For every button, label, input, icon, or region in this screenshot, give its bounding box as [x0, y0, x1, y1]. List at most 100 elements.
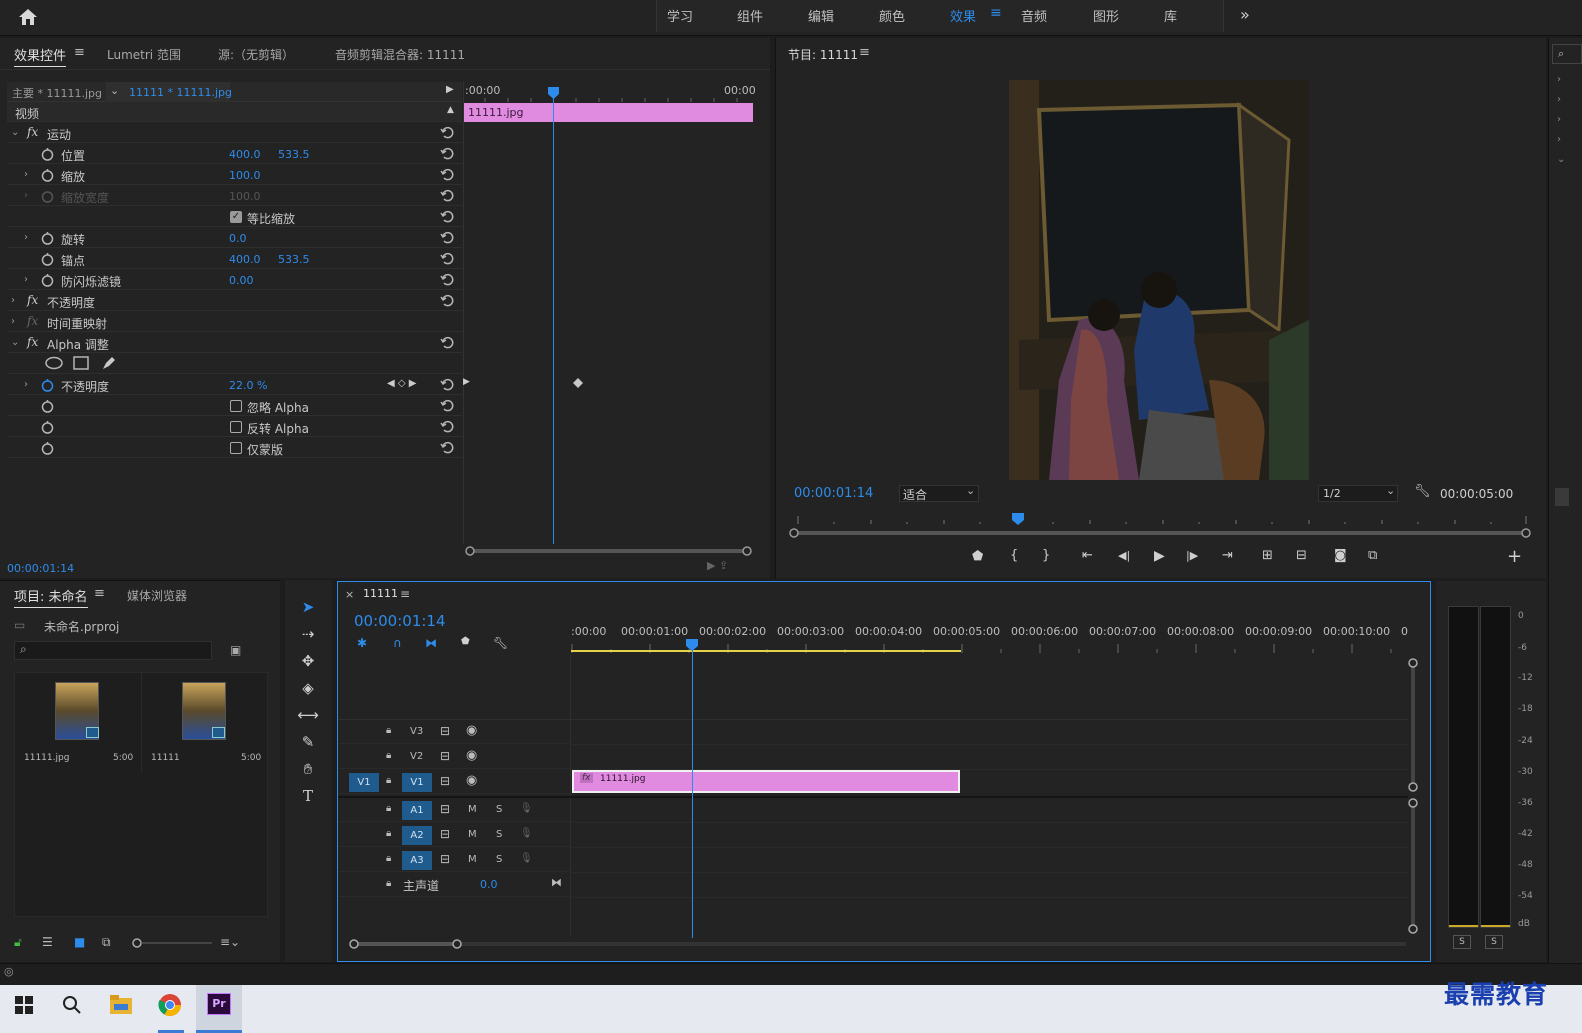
fx-icon[interactable]: fx [27, 335, 38, 349]
icon-view-icon[interactable]: ■ [74, 935, 85, 949]
tab-source[interactable]: 源:（无剪辑） [218, 46, 294, 63]
eye-icon[interactable]: ◉ [466, 773, 477, 788]
program-video-frame[interactable] [1009, 80, 1309, 480]
play-icon[interactable]: ▶ [1154, 548, 1165, 564]
work-area-bar[interactable] [571, 650, 961, 652]
track-label-a2[interactable]: A2 [402, 826, 432, 845]
extract-icon[interactable]: ⊟ [1296, 548, 1307, 563]
reset-icon[interactable] [440, 251, 454, 265]
reset-icon[interactable] [440, 440, 454, 454]
lock-icon[interactable]: 🔒︎ [386, 725, 391, 736]
pen-tool-icon[interactable]: ✎ [295, 729, 321, 756]
ws-learn[interactable]: 学习 [667, 6, 693, 25]
track-label-v2[interactable]: V2 [410, 751, 423, 762]
timeline-playhead-handle[interactable] [686, 639, 698, 651]
stopwatch-icon[interactable] [41, 420, 54, 434]
sync-lock-icon[interactable]: ⊟ [440, 724, 450, 738]
stopwatch-icon[interactable] [41, 273, 54, 287]
razor-tool-icon[interactable]: ◈ [295, 675, 321, 702]
ignore-alpha-checkbox[interactable] [230, 400, 242, 412]
ripple-edit-tool-icon[interactable]: ✥ [295, 648, 321, 675]
reset-icon[interactable] [440, 398, 454, 412]
scroll-up-icon[interactable]: ▲ [447, 105, 454, 115]
reset-icon[interactable] [440, 209, 454, 223]
new-bin-icon[interactable]: ▣ [230, 643, 241, 657]
source-patch-v1[interactable]: V1 [349, 773, 379, 792]
master-clip-label[interactable]: 主要 * 11111.jpg [12, 85, 102, 101]
ec-export-icons[interactable]: ▶ ⇪ [707, 559, 728, 572]
effects-timeline[interactable] [463, 82, 755, 544]
mask-only-checkbox[interactable] [230, 442, 242, 454]
tab-effect-controls[interactable]: 效果控件 [14, 45, 67, 67]
stopwatch-icon[interactable] [41, 168, 54, 182]
program-timecode[interactable]: 00:00:01:14 [794, 486, 873, 501]
ws-color[interactable]: 颜色 [879, 6, 905, 25]
go-to-out-icon[interactable]: ⇥ [1222, 548, 1233, 563]
step-back-icon[interactable]: ◀| [1118, 549, 1130, 562]
selection-tool-icon[interactable]: ➤ [295, 594, 321, 621]
lock-icon[interactable]: 🔒︎ [386, 750, 391, 761]
zoom-slider[interactable] [132, 938, 214, 948]
close-tab-icon[interactable]: × [345, 588, 354, 601]
sync-lock-icon[interactable]: ⊟ [440, 774, 450, 788]
master-volume-value[interactable]: 0.0 [480, 878, 498, 891]
project-search-input[interactable] [14, 641, 212, 660]
lock-icon[interactable]: 🔓︎ [14, 935, 22, 950]
stopwatch-icon[interactable] [41, 441, 54, 455]
panel-menu-icon[interactable]: ≡ [400, 587, 410, 601]
search-icon[interactable]: ⌕ [1558, 47, 1564, 61]
mute-button[interactable]: M [468, 854, 477, 865]
search-icon[interactable] [62, 995, 82, 1015]
anchor-y-value[interactable]: 533.5 [278, 253, 310, 266]
ec-playhead[interactable] [553, 92, 554, 544]
tab-audio-clip-mixer[interactable]: 音频剪辑混合器: 11111 [335, 46, 465, 63]
mark-in-icon[interactable]: { [1010, 548, 1018, 563]
keyframe-nav-icon[interactable]: ◀ ◇ ▶ [387, 378, 416, 389]
panel-menu-icon[interactable]: ≡ [74, 45, 85, 60]
render-status-icon[interactable]: ◎ [4, 965, 14, 978]
reset-icon[interactable] [440, 146, 454, 160]
timeline-timecode[interactable]: 00:00:01:14 [354, 612, 446, 630]
pen-mask-icon[interactable] [101, 355, 117, 371]
solo-button[interactable]: S [496, 829, 502, 840]
ec-zoom-scrollbar[interactable] [465, 545, 752, 557]
stopwatch-icon[interactable] [41, 399, 54, 413]
hand-tool-icon[interactable]: ✋︎ [295, 756, 321, 783]
eye-icon[interactable]: ◉ [466, 748, 477, 763]
panel-menu-icon[interactable]: ≡ [859, 45, 870, 60]
lock-icon[interactable]: 🔒︎ [386, 878, 391, 889]
uniform-scale-checkbox[interactable]: ✓ [230, 211, 242, 223]
track-select-tool-icon[interactable]: ⇢ [295, 621, 321, 648]
stopwatch-icon[interactable] [41, 147, 54, 161]
mark-out-icon[interactable]: } [1042, 548, 1050, 563]
ec-playhead-handle[interactable] [548, 87, 559, 99]
sync-lock-icon[interactable]: ⊟ [440, 852, 450, 866]
list-view-icon[interactable]: ☰ [42, 935, 53, 949]
type-tool-icon[interactable]: T [295, 783, 321, 810]
reset-icon[interactable] [440, 230, 454, 244]
ws-menu-icon[interactable]: ≡ [990, 5, 1002, 21]
ws-assembly[interactable]: 组件 [737, 6, 763, 25]
ellipse-mask-icon[interactable] [45, 356, 63, 370]
reset-icon[interactable] [440, 125, 454, 139]
fx-icon[interactable]: fx [27, 293, 38, 307]
lift-icon[interactable]: ⊞ [1262, 548, 1273, 563]
solo-button[interactable]: S [496, 804, 502, 815]
microphone-icon[interactable]: 🎙︎ [520, 828, 533, 839]
tab-media-browser[interactable]: 媒体浏览器 [127, 587, 187, 604]
reset-icon[interactable] [440, 167, 454, 181]
master-bowtie-icon[interactable]: ⧓ [551, 876, 562, 889]
tab-lumetri-scopes[interactable]: Lumetri 范围 [107, 46, 181, 63]
audio-track-scrollbar[interactable] [1407, 797, 1419, 937]
project-item-name[interactable]: 11111 [151, 753, 180, 763]
program-title[interactable]: 节目: 11111 [788, 46, 858, 63]
nest-toggle-icon[interactable]: ✱ [357, 636, 367, 650]
invert-alpha-checkbox[interactable] [230, 421, 242, 433]
position-y-value[interactable]: 533.5 [278, 148, 310, 161]
sync-lock-icon[interactable]: ⊟ [440, 802, 450, 816]
fx-icon[interactable]: fx [27, 125, 38, 139]
step-forward-icon[interactable]: |▶ [1186, 549, 1198, 562]
home-icon[interactable] [18, 8, 38, 26]
slip-tool-icon[interactable]: ⟷ [295, 702, 321, 729]
button-editor-icon[interactable]: + [1507, 546, 1522, 567]
